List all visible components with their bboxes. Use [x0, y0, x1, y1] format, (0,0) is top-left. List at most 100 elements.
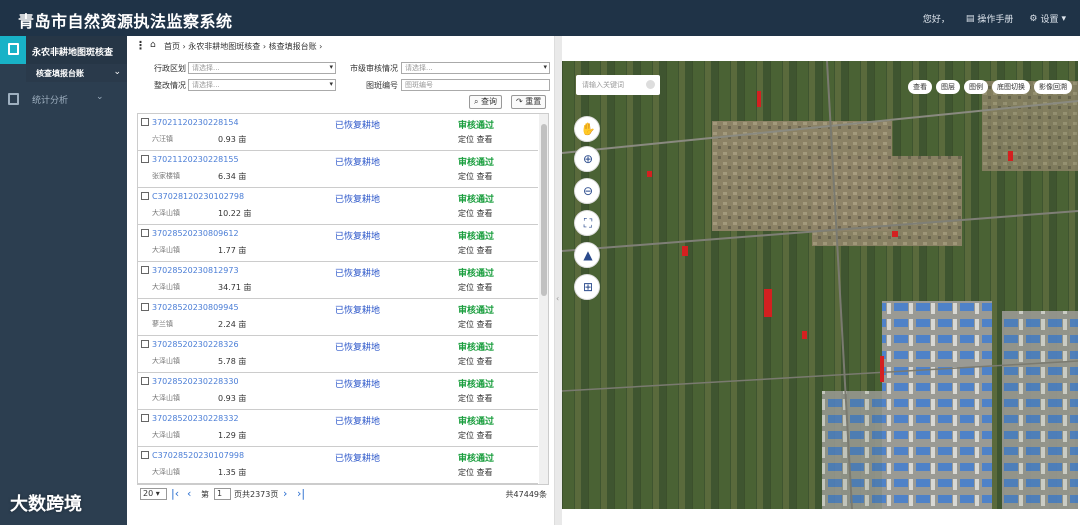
- table-row[interactable]: C37028120230102798 大泽山镇 10.22 亩 已恢复耕地 审核通过 定位…: [138, 188, 538, 225]
- locate-button[interactable]: ▲: [574, 242, 600, 268]
- pan-button[interactable]: ✋: [574, 116, 600, 142]
- prev-page-icon[interactable]: ‹: [187, 487, 191, 500]
- patch-code-link[interactable]: 37028520230812973: [152, 266, 239, 275]
- row-checkbox[interactable]: [141, 229, 149, 237]
- settings-menu[interactable]: ⚙ 设置 ▾: [1029, 12, 1066, 26]
- sidebar: 永农非耕地图斑核查 核查填报台账 ⌄ 统计分析 ⌄: [0, 36, 127, 525]
- city-audit-select[interactable]: 请选择... ▾: [401, 62, 550, 74]
- table-row[interactable]: C37028520230107998 大泽山镇 1.35 亩 已恢复耕地 审核通过 定位 …: [138, 447, 538, 484]
- row-checkbox[interactable]: [141, 192, 149, 200]
- pagination: 20 ▾ |‹ ‹ 第 1 页共2373页 › ›| 共47449条: [137, 487, 549, 502]
- rectify-select[interactable]: 请选择... ▾: [188, 79, 336, 91]
- page-size-select[interactable]: 20 ▾: [140, 488, 167, 500]
- next-page-icon[interactable]: ›: [283, 487, 287, 500]
- row-checkbox[interactable]: [141, 340, 149, 348]
- row-actions[interactable]: 定位 查看: [458, 134, 493, 145]
- row-checkbox[interactable]: [141, 118, 149, 126]
- map-tool-legend[interactable]: 图例: [964, 80, 988, 94]
- page-input[interactable]: 1: [214, 488, 231, 500]
- page-suffix: 页共2373页: [234, 490, 279, 499]
- patch-owner: 蓼兰镇: [152, 320, 173, 328]
- patch-code-link[interactable]: 37028520230228332: [152, 414, 239, 423]
- top-bar: 青岛市自然资源执法监察系统 您好， ▤ 操作手册 ⚙ 设置 ▾: [0, 0, 1080, 36]
- fullscreen-button[interactable]: ⛶: [574, 210, 600, 236]
- zoom-out-icon: ⊖: [582, 184, 594, 198]
- restore-status: 已恢复耕地: [335, 343, 381, 353]
- row-actions[interactable]: 定位 查看: [458, 319, 493, 330]
- row-actions[interactable]: 定位 查看: [458, 208, 493, 219]
- restore-status: 已恢复耕地: [335, 306, 381, 316]
- table-row[interactable]: 37028520230228332 大泽山镇 1.29 亩 已恢复耕地 审核通过 定位 查…: [138, 410, 538, 447]
- map-tool-layers[interactable]: 图层: [936, 80, 960, 94]
- row-checkbox[interactable]: [141, 377, 149, 385]
- patch-no-input[interactable]: 图斑编号: [401, 79, 550, 91]
- search-button[interactable]: ⌕ 查询: [469, 95, 503, 109]
- table-row[interactable]: 37028520230809945 蓼兰镇 2.24 亩 已恢复耕地 审核通过 定位 查看: [138, 299, 538, 336]
- zoom-out-button[interactable]: ⊖: [574, 178, 600, 204]
- zoom-in-button[interactable]: ⊕: [574, 146, 600, 172]
- table-row[interactable]: 37028520230809612 大泽山镇 1.77 亩 已恢复耕地 审核通过 定位 查…: [138, 225, 538, 262]
- row-checkbox[interactable]: [141, 155, 149, 163]
- home-icon[interactable]: ⌂: [150, 40, 156, 50]
- patch-code-link[interactable]: 37021120230228154: [152, 118, 239, 127]
- satellite-map[interactable]: 请输入关键词 查看 图层 图例 底图切换 影像回溯 ✋ ⊕ ⊖ ⛶ ▲ ⊞: [562, 61, 1078, 509]
- row-actions[interactable]: 定位 查看: [458, 245, 493, 256]
- patch-area: 1.35 亩: [218, 468, 247, 477]
- patch-code-link[interactable]: C37028120230102798: [152, 192, 244, 201]
- list-scrollbar[interactable]: [539, 114, 548, 484]
- first-page-icon[interactable]: |‹: [171, 487, 179, 500]
- clear-icon[interactable]: [646, 80, 655, 89]
- patch-code-link[interactable]: 37021120230228155: [152, 155, 239, 164]
- row-checkbox[interactable]: [141, 451, 149, 459]
- map-search-input[interactable]: 请输入关键词: [576, 75, 660, 95]
- map-tool-view[interactable]: 查看: [908, 80, 932, 94]
- audit-status: 审核通过: [458, 454, 495, 464]
- patch-owner: 大泽山镇: [152, 246, 180, 254]
- patch-owner: 张家楼镇: [152, 172, 180, 180]
- restore-status: 已恢复耕地: [335, 269, 381, 279]
- manual-link[interactable]: ▤ 操作手册: [966, 12, 1014, 26]
- row-actions[interactable]: 定位 查看: [458, 171, 493, 182]
- region-label: 行政区划: [154, 64, 186, 73]
- row-checkbox[interactable]: [141, 414, 149, 422]
- sidebar-item-active-group[interactable]: 永农非耕地图斑核查: [0, 36, 127, 64]
- patch-code-link[interactable]: C37028520230107998: [152, 451, 244, 460]
- row-checkbox[interactable]: [141, 266, 149, 274]
- patch-owner: 大泽山镇: [152, 468, 180, 476]
- panel-divider[interactable]: ‹: [554, 36, 562, 525]
- split-view-button[interactable]: ⊞: [574, 274, 600, 300]
- row-actions[interactable]: 定位 查看: [458, 356, 493, 367]
- row-actions[interactable]: 定位 查看: [458, 393, 493, 404]
- table-row[interactable]: 37021120230228154 六汪镇 0.93 亩 已恢复耕地 审核通过 定位 查看: [138, 114, 538, 151]
- map-tool-history[interactable]: 影像回溯: [1034, 80, 1072, 94]
- chevron-down-icon: ⌄: [96, 92, 104, 102]
- region-select[interactable]: 请选择... ▾: [188, 62, 336, 74]
- row-actions[interactable]: 定位 查看: [458, 430, 493, 441]
- row-actions[interactable]: 定位 查看: [458, 467, 493, 478]
- patch-area: 34.71 亩: [218, 283, 252, 292]
- patch-code-link[interactable]: 37028520230228330: [152, 377, 239, 386]
- table-row[interactable]: 37021120230228155 张家楼镇 6.34 亩 已恢复耕地 审核通过 定位 查…: [138, 151, 538, 188]
- patch-code-link[interactable]: 37028520230809612: [152, 229, 239, 238]
- patch-code-link[interactable]: 37028520230809945: [152, 303, 239, 312]
- scroll-thumb[interactable]: [541, 124, 547, 296]
- last-page-icon[interactable]: ›|: [297, 487, 305, 500]
- patch-code-link[interactable]: 37028520230228326: [152, 340, 239, 349]
- filter-panel: 行政区划 请选择... ▾ 市级审核情况 请选择... ▾ 整改情况 请选择... ▾…: [140, 61, 552, 95]
- reset-button[interactable]: ↷ 重置: [511, 95, 547, 109]
- dropdown-arrow-icon: ▾: [329, 80, 333, 88]
- sidebar-subitem-active[interactable]: 核查填报台账 ⌄: [26, 64, 127, 82]
- map-tool-basemap[interactable]: 底图切换: [992, 80, 1030, 94]
- patch-owner: 大泽山镇: [152, 431, 180, 439]
- row-actions[interactable]: 定位 查看: [458, 282, 493, 293]
- user-greeting[interactable]: 您好，: [923, 12, 950, 25]
- restore-status: 已恢复耕地: [335, 232, 381, 242]
- row-checkbox[interactable]: [141, 303, 149, 311]
- watermark-text: 大数跨境: [10, 494, 82, 515]
- menu-toggle-icon[interactable]: ⋮: [135, 39, 146, 52]
- table-row[interactable]: 37028520230812973 大泽山镇 34.71 亩 已恢复耕地 审核通过 定位 …: [138, 262, 538, 299]
- audit-status: 审核通过: [458, 121, 495, 131]
- sidebar-item-statistics[interactable]: 统计分析 ⌄: [0, 88, 127, 110]
- table-row[interactable]: 37028520230228326 大泽山镇 5.78 亩 已恢复耕地 审核通过 定位 查…: [138, 336, 538, 373]
- table-row[interactable]: 37028520230228330 大泽山镇 0.93 亩 已恢复耕地 审核通过 定位 查…: [138, 373, 538, 410]
